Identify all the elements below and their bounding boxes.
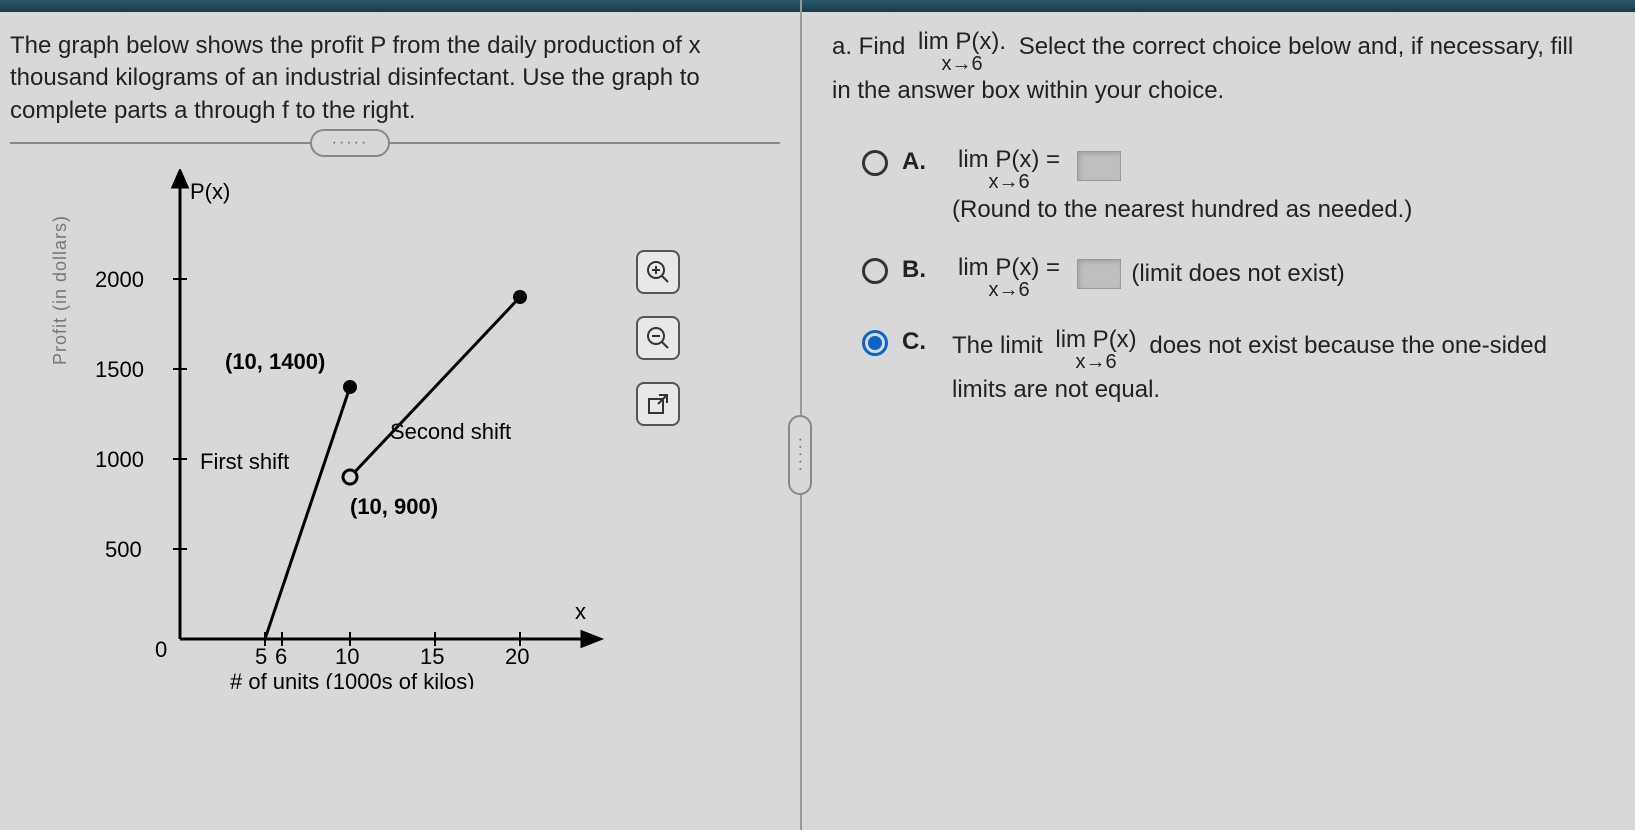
choice-a-letter: A. bbox=[902, 148, 930, 176]
choice-c-body: The limit lim P(x) x→6 does not exist be… bbox=[952, 328, 1580, 408]
popout-button[interactable] bbox=[636, 382, 680, 426]
choice-a-body: lim P(x) = x→6 (Round to the nearest hun… bbox=[952, 148, 1412, 228]
problem-statement: The graph below shows the profit P from … bbox=[10, 30, 780, 127]
lim-bot: x→6 bbox=[941, 54, 982, 74]
ytick-1500: 1500 bbox=[95, 357, 144, 382]
choice-c-text1: The limit bbox=[952, 332, 1043, 359]
x-axis-x: x bbox=[575, 599, 586, 624]
choice-b-body: lim P(x) = x→6 (limit does not exist) bbox=[952, 256, 1345, 300]
choice-b-limit: lim P(x) = x→6 bbox=[958, 256, 1060, 300]
choice-c-letter: C. bbox=[902, 328, 930, 356]
choice-c-limit: lim P(x) x→6 bbox=[1055, 328, 1136, 372]
ytick-1000: 1000 bbox=[95, 447, 144, 472]
limit-expression: lim P(x). x→6 bbox=[918, 30, 1006, 74]
yaxis-Px: P(x) bbox=[190, 179, 230, 204]
q-prefix: a. Find bbox=[832, 33, 905, 60]
right-panel: ····· a. Find lim P(x). x→6 Select the c… bbox=[800, 0, 1600, 830]
lim-top: lim P(x). bbox=[918, 30, 1006, 54]
choice-b: B. lim P(x) = x→6 (limit does not exist) bbox=[862, 256, 1580, 300]
horizontal-divider: ····· bbox=[10, 142, 780, 144]
pt2-label: (10, 900) bbox=[350, 494, 438, 519]
first-shift-label: First shift bbox=[200, 449, 289, 474]
y-axis-label-rotated: Profit (in dollars) bbox=[50, 160, 71, 420]
choice-a-hint: (Round to the nearest hundred as needed.… bbox=[952, 192, 1412, 228]
choice-c: C. The limit lim P(x) x→6 does not exist… bbox=[862, 328, 1580, 408]
second-shift-label: Second shift bbox=[390, 419, 511, 444]
graph-tools bbox=[636, 250, 680, 426]
choice-a-limit: lim P(x) = x→6 bbox=[958, 148, 1060, 192]
choice-a-answerbox[interactable] bbox=[1077, 151, 1121, 181]
ytick-500: 500 bbox=[105, 537, 142, 562]
origin-tick: 0 bbox=[155, 637, 167, 662]
graph-area: P(x) x 0 500 1000 1500 2000 5 6 10 15 20… bbox=[70, 169, 710, 689]
zoom-out-button[interactable] bbox=[636, 316, 680, 360]
xtick-10: 10 bbox=[335, 644, 359, 669]
x-axis-caption: # of units (1000s of kilos) bbox=[230, 669, 475, 689]
radio-b[interactable] bbox=[862, 258, 888, 284]
expand-handle-h[interactable]: ····· bbox=[310, 129, 390, 157]
radio-a[interactable] bbox=[862, 150, 888, 176]
choices: A. lim P(x) = x→6 (Round to the nearest … bbox=[862, 148, 1580, 408]
question-a: a. Find lim P(x). x→6 Select the correct… bbox=[832, 30, 1580, 108]
choice-a: A. lim P(x) = x→6 (Round to the nearest … bbox=[862, 148, 1580, 228]
xtick-5: 5 bbox=[255, 644, 267, 669]
choice-b-answerbox[interactable] bbox=[1077, 259, 1121, 289]
radio-c[interactable] bbox=[862, 330, 888, 356]
xtick-20: 20 bbox=[505, 644, 529, 669]
xtick-6: 6 bbox=[275, 644, 287, 669]
choice-b-suffix: (limit does not exist) bbox=[1131, 260, 1344, 287]
expand-handle-v[interactable]: ····· bbox=[788, 415, 812, 495]
ytick-2000: 2000 bbox=[95, 267, 144, 292]
zoom-in-button[interactable] bbox=[636, 250, 680, 294]
left-panel: The graph below shows the profit P from … bbox=[0, 0, 800, 830]
pt1-label: (10, 1400) bbox=[225, 349, 325, 374]
xtick-15: 15 bbox=[420, 644, 444, 669]
choice-b-letter: B. bbox=[902, 256, 930, 284]
